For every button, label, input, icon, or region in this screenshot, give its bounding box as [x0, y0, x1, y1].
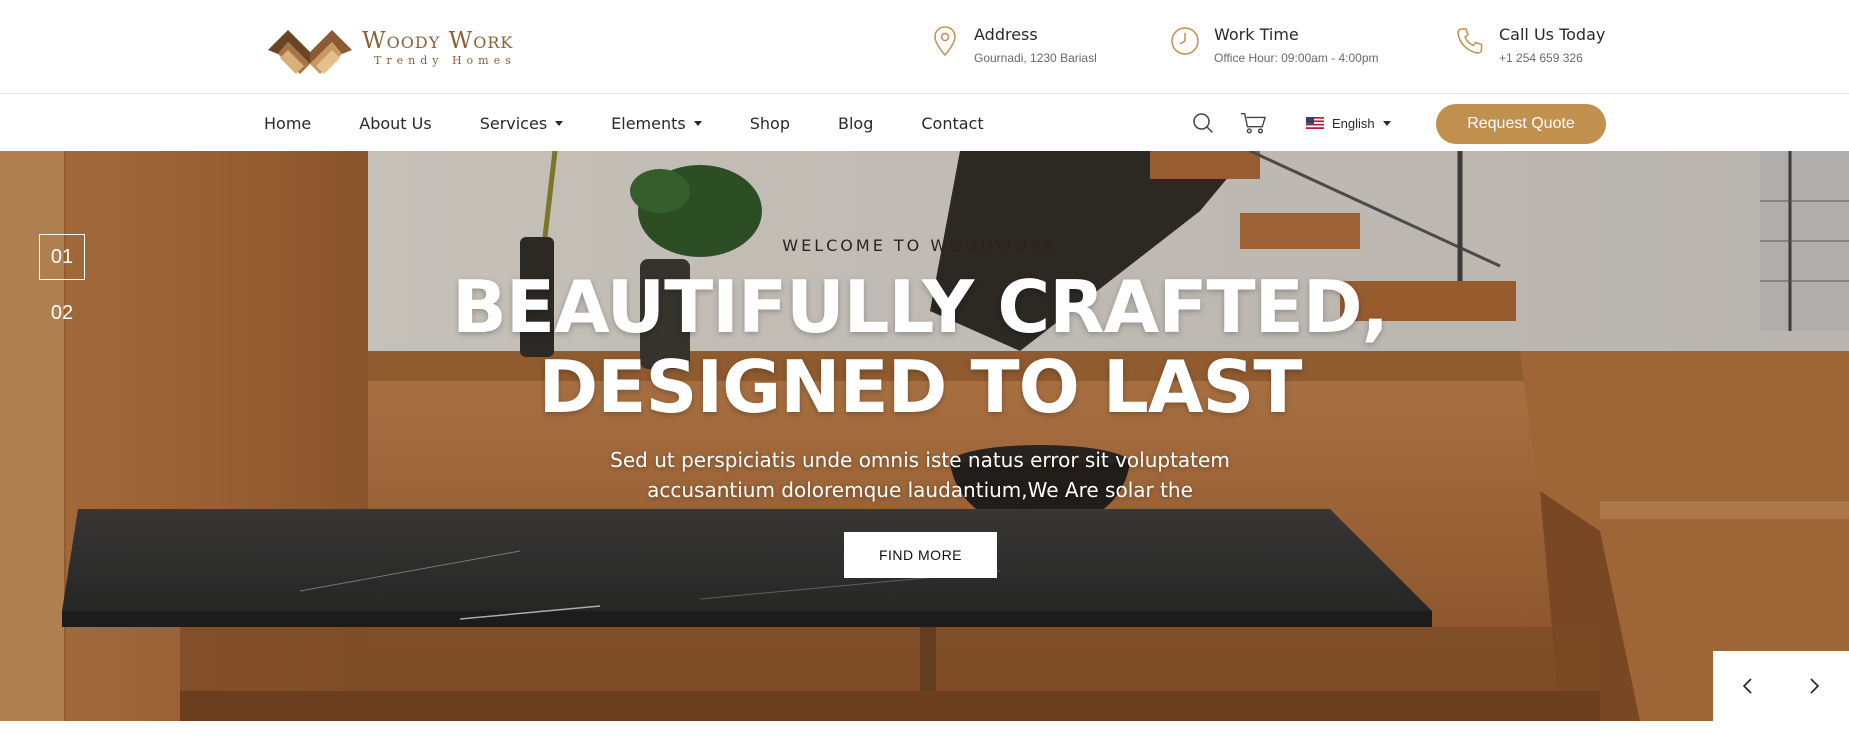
hero-headline-line-2: DESIGNED TO LAST — [538, 345, 1303, 429]
phone-icon — [1455, 24, 1485, 58]
slide-indicator-1[interactable]: 01 — [39, 234, 85, 280]
nav-menu: Home About Us Services Elements Shop Blo… — [264, 95, 1032, 151]
work-time-title: Work Time — [1214, 25, 1299, 44]
work-time-value: Office Hour: 09:00am - 4:00pm — [1214, 51, 1379, 65]
call-title: Call Us Today — [1499, 25, 1606, 44]
slider-arrows — [1713, 651, 1849, 721]
chevron-left-icon[interactable] — [1727, 666, 1767, 706]
cart-icon[interactable] — [1240, 110, 1266, 136]
request-quote-button[interactable]: Request Quote — [1436, 104, 1606, 144]
nav-item-label: Elements — [611, 113, 686, 133]
hero-headline: BEAUTIFULLY CRAFTED, DESIGNED TO LAST — [420, 267, 1420, 427]
clock-icon — [1170, 24, 1200, 58]
search-icon[interactable] — [1190, 110, 1216, 136]
nav-item-label: About Us — [359, 113, 432, 133]
caret-down-icon — [1382, 120, 1391, 126]
hero-eyebrow: WELCOME TO WOODWORK — [782, 236, 1058, 255]
top-header: Woody Work Trendy Homes Address Gournadi… — [0, 0, 1849, 94]
slide-indicators: 01 02 — [39, 234, 85, 336]
address-title: Address — [974, 25, 1038, 44]
phone-number[interactable]: +1 254 659 326 — [1499, 48, 1605, 68]
address-value: Gournadi, 1230 Bariasl — [974, 51, 1097, 65]
hero-description-line-2: accusantium doloremque laudantium,We Are… — [647, 478, 1193, 502]
nav-item-blog[interactable]: Blog — [838, 114, 873, 133]
nav-item-contact[interactable]: Contact — [921, 114, 983, 133]
us-flag-icon — [1306, 117, 1324, 129]
nav-item-label: Shop — [749, 113, 790, 133]
nav-item-services[interactable]: Services — [479, 113, 564, 133]
nav-item-home[interactable]: Home — [264, 114, 311, 133]
caret-down-icon — [555, 120, 564, 126]
logo-chevron-icon — [268, 30, 352, 74]
hero-headline-line-1: BEAUTIFULLY CRAFTED, — [452, 265, 1389, 349]
hero-description-line-1: Sed ut perspiciatis unde omnis iste natu… — [610, 448, 1230, 472]
brand-name: Woody Work — [362, 28, 514, 54]
nav-item-label: Services — [479, 113, 548, 133]
nav-item-elements[interactable]: Elements — [611, 114, 702, 133]
find-more-button[interactable]: FIND MORE — [844, 532, 997, 578]
address-info: Address Gournadi, 1230 Bariasl — [930, 24, 1097, 68]
nav-tools: English — [1190, 95, 1391, 151]
nav-item-label: Blog — [837, 113, 874, 133]
nav-item-about-us[interactable]: About Us — [359, 114, 431, 133]
nav-item-label: Contact — [921, 113, 984, 133]
hero-description: Sed ut perspiciatis unde omnis iste natu… — [420, 445, 1420, 505]
hero-slider: 01 02 WELCOME TO WOODWORK BEAUTIFULLY CR… — [0, 151, 1849, 721]
brand-tagline: Trendy Homes — [374, 54, 516, 67]
nav-item-label: Home — [264, 113, 312, 133]
slide-indicator-2[interactable]: 02 — [39, 290, 85, 336]
nav-item-shop[interactable]: Shop — [750, 114, 790, 133]
brand-logo[interactable]: Woody Work Trendy Homes — [266, 20, 526, 76]
main-navbar: Home About Us Services Elements Shop Blo… — [0, 95, 1849, 151]
language-selector[interactable]: English — [1306, 116, 1391, 131]
caret-down-icon — [693, 120, 702, 126]
location-pin-icon — [930, 24, 960, 58]
hero-content: WELCOME TO WOODWORK BEAUTIFULLY CRAFTED,… — [420, 236, 1420, 505]
chevron-right-icon[interactable] — [1795, 666, 1835, 706]
work-time-info: Work Time Office Hour: 09:00am - 4:00pm — [1170, 24, 1379, 68]
call-info: Call Us Today +1 254 659 326 — [1455, 24, 1605, 68]
language-label: English — [1332, 115, 1375, 131]
